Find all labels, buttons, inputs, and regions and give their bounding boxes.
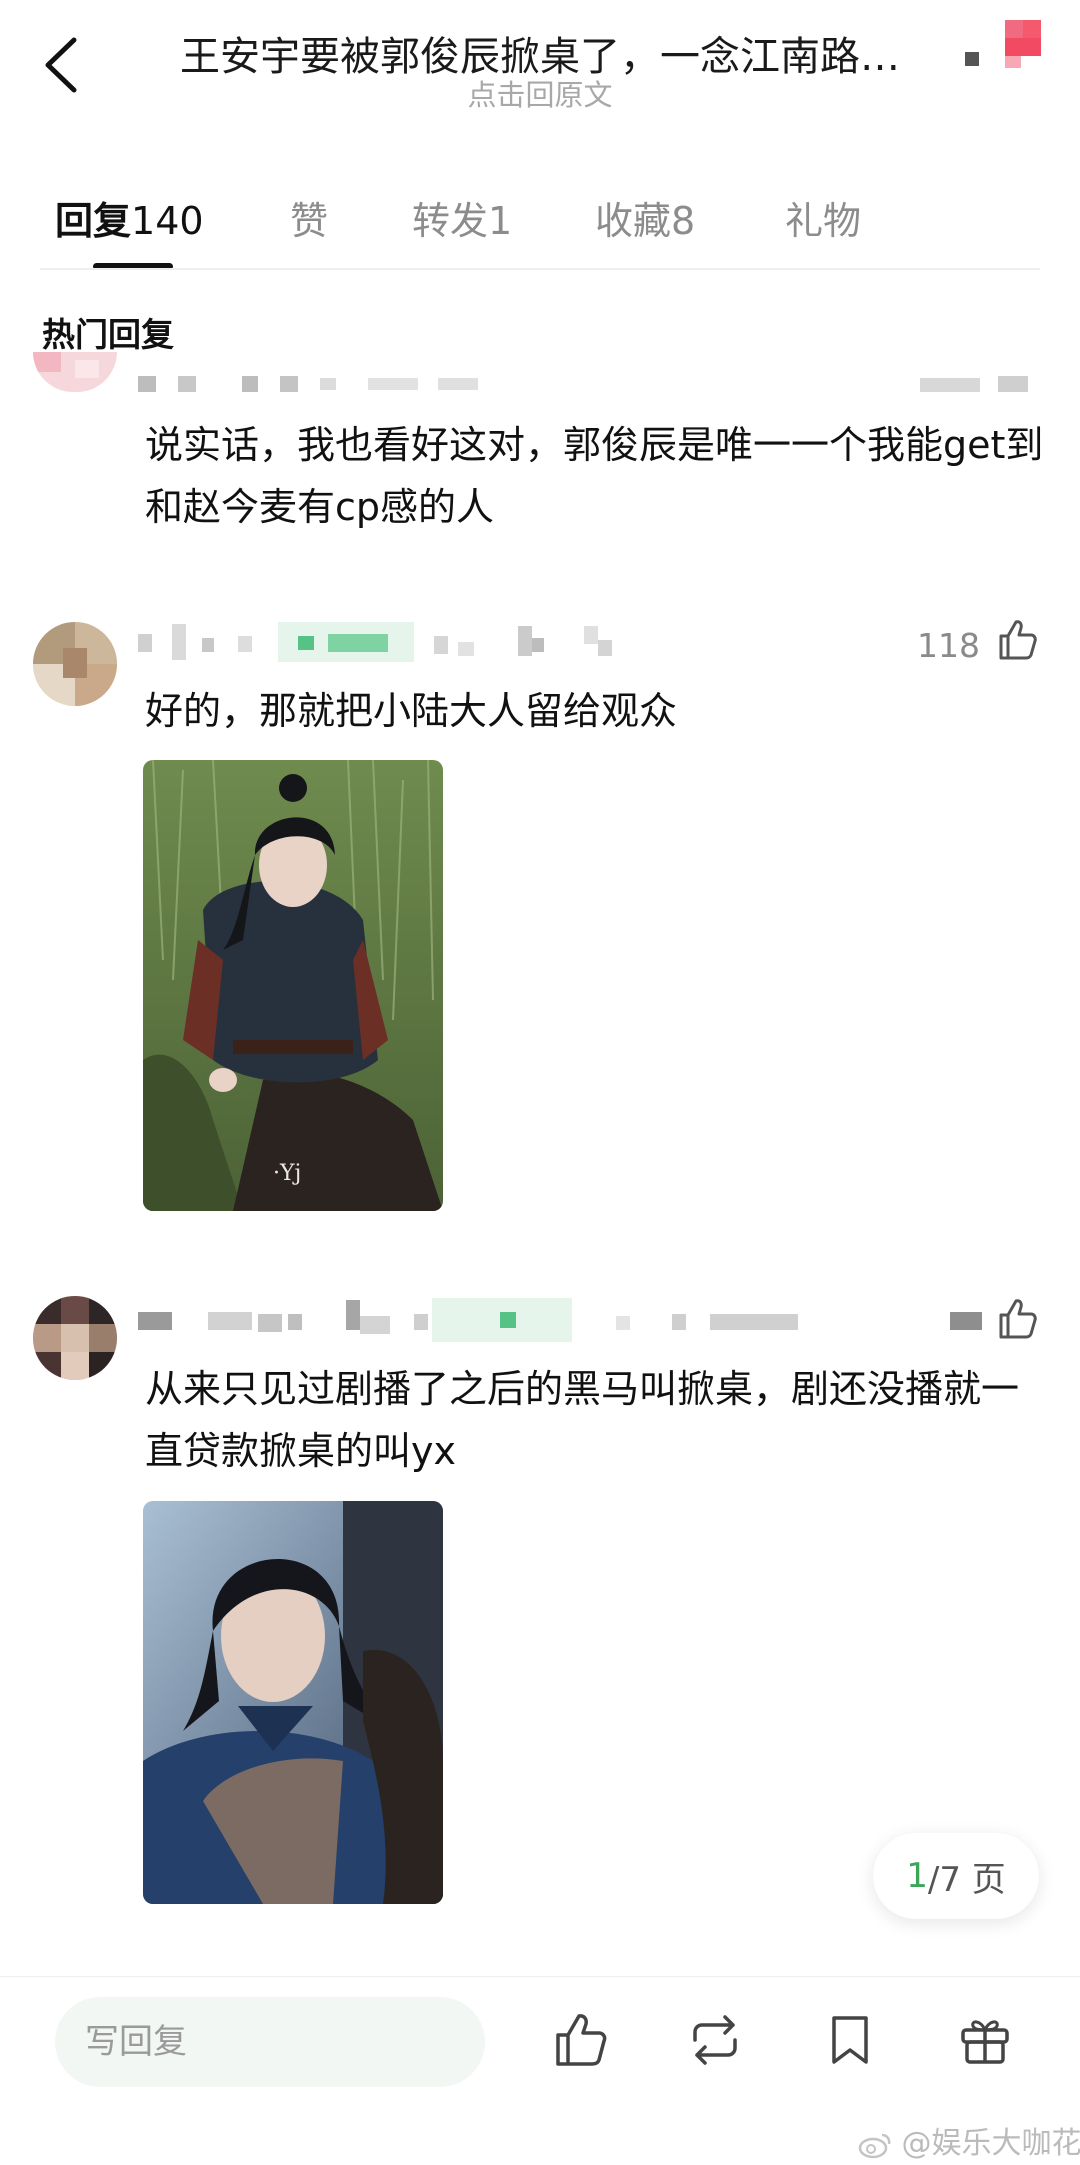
top-bar: 王安宇要被郭俊辰掀桌了，一念江南路… 点击回原文 [0, 0, 1080, 140]
pixelated-username [138, 376, 478, 392]
tab-likes[interactable]: 赞 [290, 190, 328, 245]
pixelated-like-count [920, 376, 1028, 392]
comment-photo[interactable] [143, 1501, 443, 1904]
comment-text: 好的，那就把小陆大人留给观众 [145, 689, 678, 733]
current-page: 1 [906, 1856, 928, 1896]
chevron-left-icon [45, 37, 77, 93]
photo-portrait-man [143, 1501, 443, 1904]
avatar[interactable] [33, 622, 117, 706]
thumbs-up-icon[interactable] [995, 618, 1039, 662]
tab-replies-count: 140 [131, 199, 204, 243]
tab-replies-label: 回复 [55, 199, 132, 243]
avatar[interactable] [33, 352, 117, 392]
pixelated-username [138, 622, 612, 662]
hot-replies-heading: 热门回复 [42, 315, 174, 354]
tab-likes-label: 赞 [290, 199, 329, 243]
tab-favorites[interactable]: 收藏8 [595, 190, 695, 245]
reply-input[interactable] [55, 1997, 485, 2087]
tab-bar: 回复140 赞 转发1 收藏8 礼物 [0, 180, 1080, 270]
tabs-divider [40, 268, 1040, 270]
weibo-logo-icon [858, 2133, 891, 2158]
tab-gifts-label: 礼物 [785, 199, 862, 243]
photo-rider-in-grass: ·Yj [143, 760, 443, 1211]
pixelated-like-count [950, 1312, 982, 1330]
tab-replies[interactable]: 回复140 [55, 190, 204, 245]
bottom-action-bar [0, 1976, 1080, 2097]
comment-text: 说实话，我也看好这对，郭俊辰是唯一一个我能get到和赵今麦有cp感的人 [145, 423, 1044, 529]
watermark-text: @娱乐大咖花 [901, 2126, 1080, 2161]
tab-reposts[interactable]: 转发1 [412, 190, 512, 245]
tab-favorites-label: 收藏 [595, 199, 672, 243]
pixelated-mark [965, 20, 1041, 68]
pixelated-avatar [33, 352, 117, 392]
pixelated-avatar [33, 1296, 117, 1380]
tab-favorites-count: 8 [671, 199, 696, 243]
total-pages: /7 页 [927, 1859, 1006, 1900]
thumbs-up-icon[interactable] [995, 1297, 1039, 1341]
tab-reposts-count: 1 [488, 199, 513, 243]
back-button[interactable] [38, 34, 88, 96]
gift-icon[interactable] [955, 2010, 1015, 2070]
back-to-original-link[interactable]: 点击回原文 [160, 72, 920, 114]
like-count: 118 [917, 626, 980, 665]
tab-reposts-label: 转发 [412, 199, 489, 243]
pixelated-username [138, 1298, 798, 1342]
svg-text:·Yj: ·Yj [273, 1161, 301, 1186]
comment-photo[interactable]: ·Yj [143, 760, 443, 1211]
repost-icon[interactable] [685, 2010, 745, 2070]
tab-gifts[interactable]: 礼物 [785, 190, 861, 245]
page-indicator[interactable]: 1/7 页 [873, 1833, 1039, 1919]
bookmark-icon[interactable] [820, 2010, 880, 2070]
comment-text: 从来只见过剧播了之后的黑马叫掀桌，剧还没播就一直贷款掀桌的叫yx [145, 1367, 1020, 1473]
watermark: @娱乐大咖花 [858, 2118, 1080, 2162]
avatar[interactable] [33, 1296, 117, 1380]
like-icon[interactable] [550, 2010, 610, 2070]
pixelated-avatar [33, 622, 117, 706]
